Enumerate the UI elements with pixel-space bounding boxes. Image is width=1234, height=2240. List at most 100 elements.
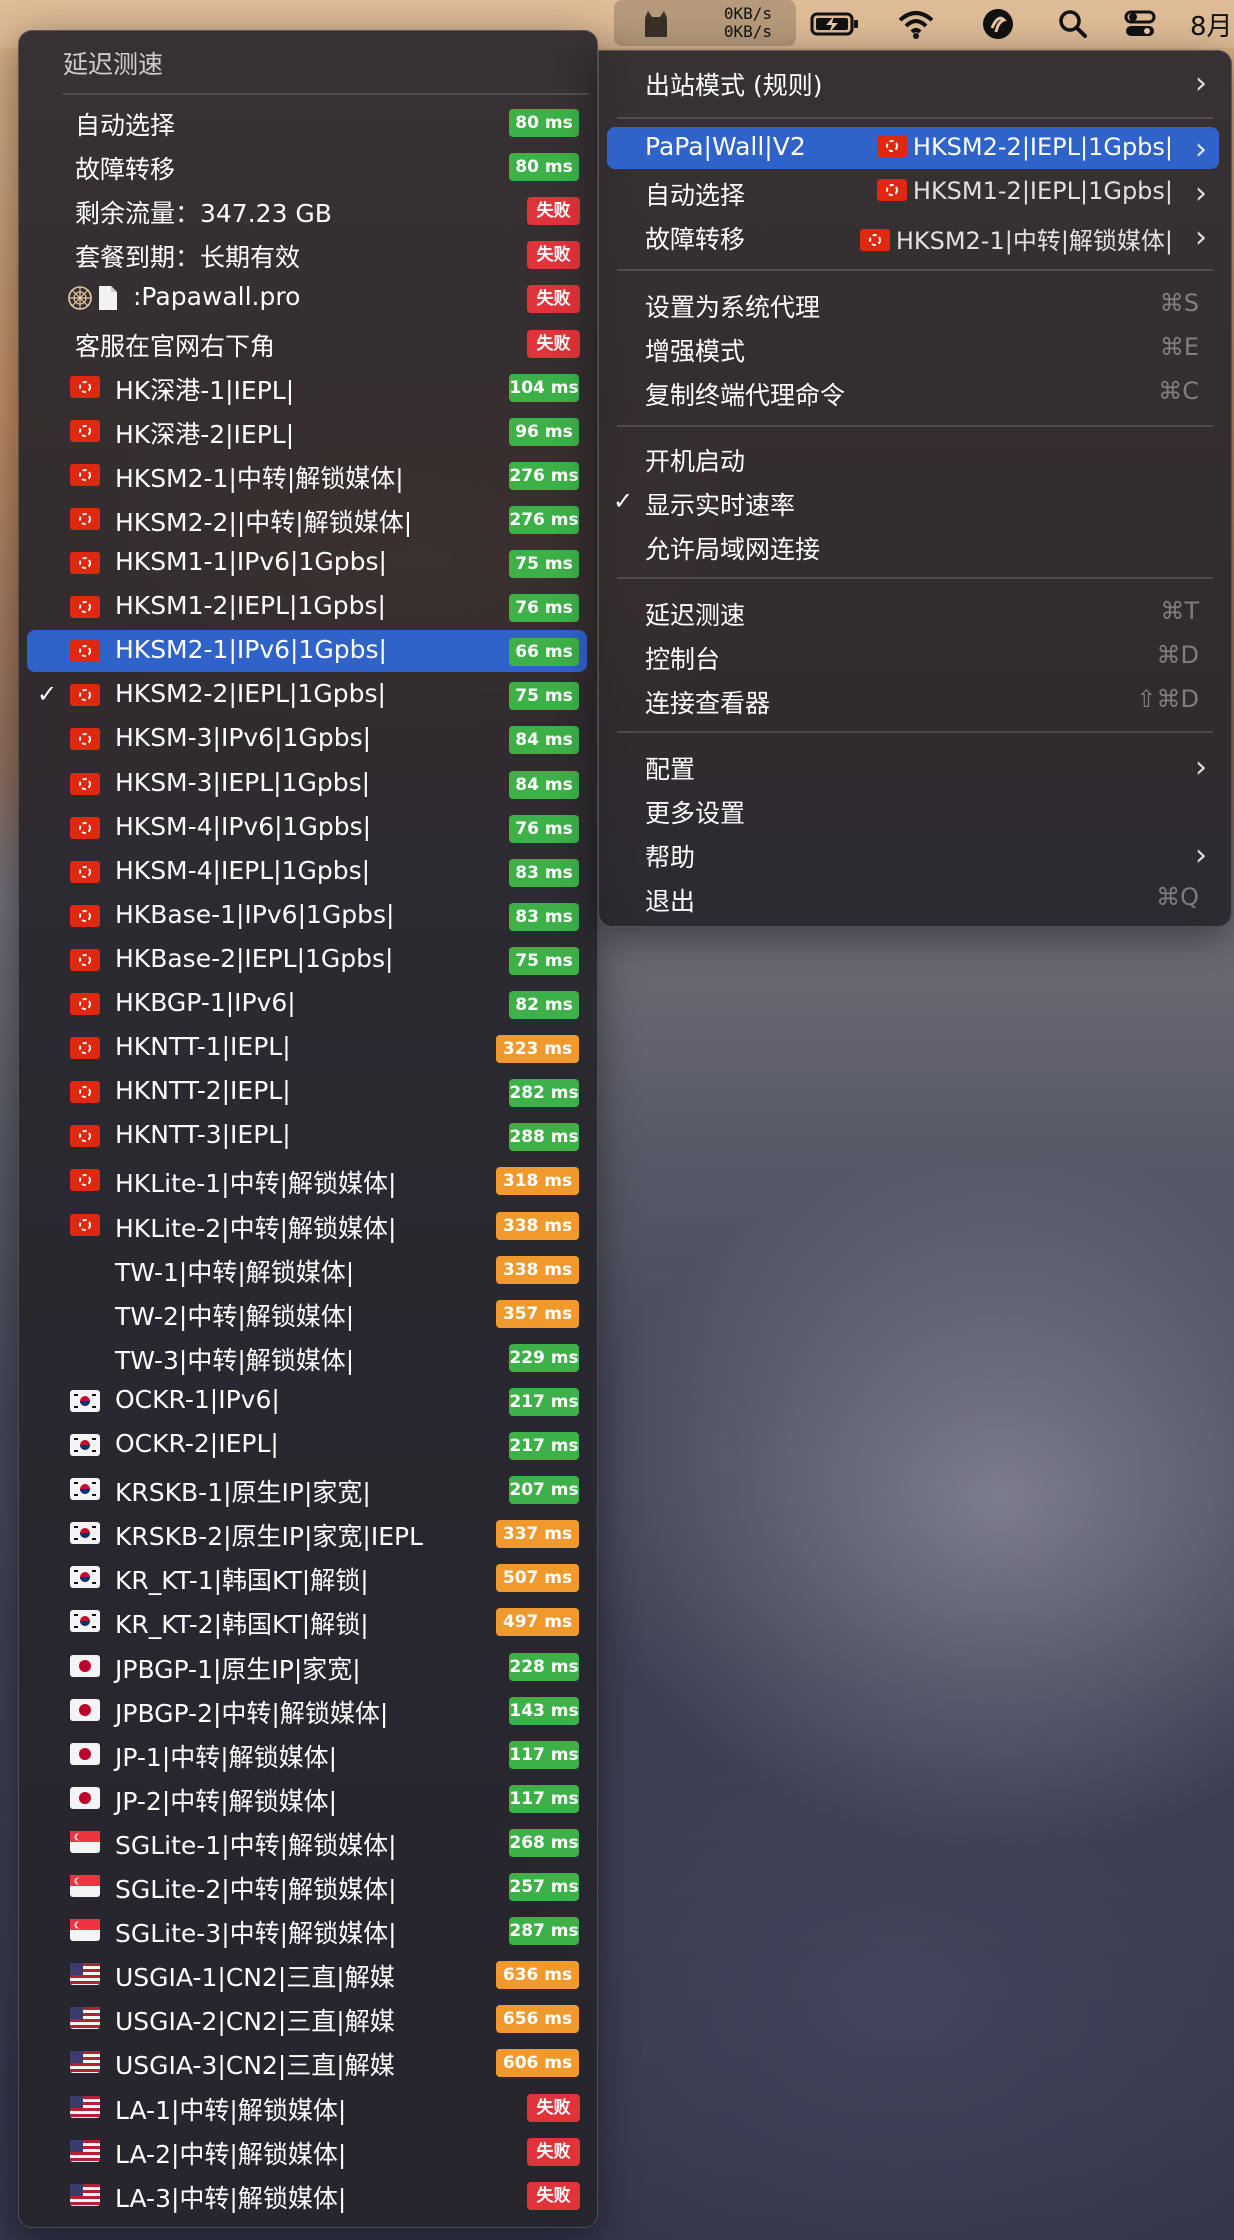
proxy-node-item[interactable]: SGLite-1|中转|解锁媒体| 268 ms	[27, 1821, 587, 1863]
latency-badge: 75 ms	[509, 946, 579, 975]
latency-badge: 217 ms	[509, 1432, 579, 1460]
proxy-node-item[interactable]: LA-3|中转|解锁媒体| 失败	[27, 2174, 587, 2216]
proxy-node-label: KR_KT-2|韩国KT|解锁|	[115, 1610, 369, 1640]
outbound-mode-item[interactable]: 出站模式 (规则) ›	[607, 61, 1219, 103]
proxy-node-item[interactable]: KRSKB-2|原生IP|家宽|IEPL 337 ms	[27, 1512, 587, 1554]
quit-item[interactable]: 退出 ⌘Q	[607, 877, 1219, 919]
copy-terminal-command-item[interactable]: 复制终端代理命令 ⌘C	[607, 371, 1219, 413]
proxy-node-item[interactable]: HKSM1-1|IPv6|1Gpbs| 75 ms	[27, 542, 587, 584]
proxy-node-label: HK深港-1|IEPL|	[115, 375, 295, 405]
proxy-node-item[interactable]: HKNTT-3|IEPL| 288 ms	[27, 1115, 587, 1157]
shortcut-hint: ⌘T	[1160, 597, 1199, 625]
latency-badge: 323 ms	[496, 1035, 579, 1064]
proxy-node-label: :Papawall.pro	[133, 282, 301, 312]
separator	[617, 577, 1213, 579]
us-flag-icon	[70, 2051, 100, 2077]
battery-charging-icon[interactable]	[810, 8, 860, 40]
proxy-node-item[interactable]: USGIA-2|CN2|三直|解媒 656 ms	[27, 1997, 587, 2039]
proxy-node-item[interactable]: 自动选择 80 ms	[27, 101, 587, 143]
launch-at-login-item[interactable]: 开机启动	[607, 437, 1219, 479]
proxy-node-item[interactable]: LA-2|中转|解锁媒体| 失败	[27, 2130, 587, 2172]
proxy-node-item[interactable]: USGIA-1|CN2|三直|解媒 636 ms	[27, 1953, 587, 1995]
show-network-speed-item[interactable]: ✓ 显示实时速率	[607, 481, 1219, 523]
app-status-icon[interactable]	[982, 8, 1014, 40]
connection-viewer-item[interactable]: 连接查看器 ⇧⌘D	[607, 679, 1219, 721]
proxy-node-item[interactable]: HK深港-1|IEPL| 104 ms	[27, 366, 587, 408]
proxy-node-item[interactable]: 客服在官网右下角 失败	[27, 322, 587, 364]
latency-badge: 失败	[527, 2093, 580, 2122]
kr-flag-icon	[70, 1610, 100, 1636]
proxy-node-item[interactable]: JPBGP-2|中转|解锁媒体| 143 ms	[27, 1689, 587, 1731]
menubar-clock[interactable]: 8月	[1190, 6, 1233, 43]
latency-badge: 288 ms	[509, 1123, 579, 1152]
enhanced-mode-item[interactable]: 增强模式 ⌘E	[607, 327, 1219, 369]
proxy-node-item[interactable]: LA-1|中转|解锁媒体| 失败	[27, 2086, 587, 2128]
proxy-node-item[interactable]: 剩余流量：347.23 GB 失败	[27, 189, 587, 231]
proxy-node-item[interactable]: :Papawall.pro 失败	[27, 277, 587, 319]
control-center-icon[interactable]	[1124, 8, 1156, 40]
config-item[interactable]: 配置 ›	[607, 745, 1219, 787]
proxy-node-item[interactable]: HKSM2-1|IPv6|1Gpbs| 66 ms	[27, 630, 587, 673]
proxy-node-label: JP-2|中转|解锁媒体|	[115, 1786, 338, 1816]
allow-lan-item[interactable]: 允许局域网连接	[607, 525, 1219, 567]
proxy-node-item[interactable]: HKNTT-2|IEPL| 282 ms	[27, 1071, 587, 1113]
proxy-node-item[interactable]: HKLite-2|中转|解锁媒体| 338 ms	[27, 1204, 587, 1246]
proxy-node-item[interactable]: HKSM2-1|中转|解锁媒体| 276 ms	[27, 454, 587, 496]
proxy-node-item[interactable]: HKSM-4|IPv6|1Gpbs| 76 ms	[27, 807, 587, 849]
proxy-group-auto[interactable]: 自动选择 HKSM1-2|IEPL|1Gpbs| ›	[607, 171, 1219, 213]
wifi-icon[interactable]	[898, 8, 934, 40]
proxy-node-label: 剩余流量：347.23 GB	[75, 199, 332, 229]
set-system-proxy-item[interactable]: 设置为系统代理 ⌘S	[607, 283, 1219, 325]
proxy-node-item[interactable]: TW-3|中转|解锁媒体| 229 ms	[27, 1336, 587, 1378]
proxy-node-label: SGLite-3|中转|解锁媒体|	[115, 1919, 397, 1949]
proxy-node-item[interactable]: HKBGP-1|IPv6| 82 ms	[27, 983, 587, 1025]
latency-badge: 228 ms	[509, 1652, 579, 1681]
proxy-node-item[interactable]: SGLite-2|中转|解锁媒体| 257 ms	[27, 1865, 587, 1907]
proxy-node-item[interactable]: 故障转移 80 ms	[27, 145, 587, 187]
hk-flag-icon	[859, 229, 890, 251]
proxy-node-item[interactable]: JP-2|中转|解锁媒体| 117 ms	[27, 1777, 587, 1819]
proxy-node-item[interactable]: TW-2|中转|解锁媒体| 357 ms	[27, 1292, 587, 1334]
latency-badge: 606 ms	[496, 2049, 579, 2078]
proxy-group-papawall[interactable]: PaPa|Wall|V2 HKSM2-2|IEPL|1Gpbs| ›	[607, 127, 1219, 169]
proxy-node-item[interactable]: KRSKB-1|原生IP|家宽| 207 ms	[27, 1468, 587, 1510]
proxy-node-label: USGIA-2|CN2|三直|解媒	[115, 2007, 395, 2037]
search-icon[interactable]	[1058, 8, 1088, 40]
proxy-node-item[interactable]: JP-1|中转|解锁媒体| 117 ms	[27, 1733, 587, 1775]
proxy-node-item[interactable]: KR_KT-2|韩国KT|解锁| 497 ms	[27, 1600, 587, 1642]
help-item[interactable]: 帮助 ›	[607, 833, 1219, 875]
proxy-node-item[interactable]: HKBase-2|IEPL|1Gpbs| 75 ms	[27, 939, 587, 981]
proxy-node-item[interactable]: HKBase-1|IPv6|1Gpbs| 83 ms	[27, 895, 587, 937]
proxy-node-item[interactable]: HKSM2-2||中转|解锁媒体| 276 ms	[27, 498, 587, 540]
jp-flag-icon	[70, 1654, 100, 1681]
shortcut-hint: ⌘E	[1159, 333, 1199, 361]
proxy-node-item[interactable]: HKLite-1|中转|解锁媒体| 318 ms	[27, 1159, 587, 1201]
more-settings-item[interactable]: 更多设置	[607, 789, 1219, 831]
proxy-node-item[interactable]: HKSM1-2|IEPL|1Gpbs| 76 ms	[27, 586, 587, 628]
menu-item-label: 开机启动	[645, 447, 746, 476]
proxy-node-item[interactable]: KR_KT-1|韩国KT|解锁| 507 ms	[27, 1556, 587, 1598]
latency-test-item[interactable]: 延迟测速 ⌘T	[607, 591, 1219, 633]
latency-badge: 143 ms	[509, 1696, 579, 1725]
proxy-node-item[interactable]: OCKR-1|IPv6| 217 ms	[27, 1380, 587, 1422]
proxy-node-item[interactable]: USGIA-3|CN2|三直|解媒 606 ms	[27, 2041, 587, 2083]
hk-flag-icon	[70, 993, 100, 1019]
proxy-node-item[interactable]: HKSM-3|IPv6|1Gpbs| 84 ms	[27, 718, 587, 760]
proxy-node-item[interactable]: TW-1|中转|解锁媒体| 338 ms	[27, 1248, 587, 1290]
proxy-node-item[interactable]: HKSM-4|IEPL|1Gpbs| 83 ms	[27, 851, 587, 893]
latency-badge: 117 ms	[509, 1784, 579, 1813]
proxy-node-item[interactable]: HKSM-3|IEPL|1Gpbs| 84 ms	[27, 763, 587, 805]
proxy-node-item[interactable]: JPBGP-1|原生IP|家宽| 228 ms	[27, 1645, 587, 1687]
proxy-node-item[interactable]: 套餐到期：长期有效 失败	[27, 233, 587, 275]
proxy-group-failover[interactable]: 故障转移 HKSM2-1|中转|解锁媒体| ›	[607, 215, 1219, 257]
proxy-node-item[interactable]: HK深港-2|IEPL| 96 ms	[27, 410, 587, 452]
proxy-node-item[interactable]: OCKR-2|IEPL| 217 ms	[27, 1424, 587, 1466]
proxy-node-item[interactable]: ✓ HKSM2-2|IEPL|1Gpbs| 75 ms	[27, 674, 587, 716]
proxy-node-item[interactable]: HKNTT-1|IEPL| 323 ms	[27, 1027, 587, 1069]
dashboard-item[interactable]: 控制台 ⌘D	[607, 635, 1219, 677]
hk-flag-icon	[70, 816, 100, 843]
proxy-node-label: 客服在官网右下角	[75, 331, 276, 361]
menu-item-label: 更多设置	[645, 799, 746, 828]
proxy-node-item[interactable]: SGLite-3|中转|解锁媒体| 287 ms	[27, 1909, 587, 1951]
proxy-node-label: KRSKB-1|原生IP|家宽|	[115, 1478, 371, 1508]
